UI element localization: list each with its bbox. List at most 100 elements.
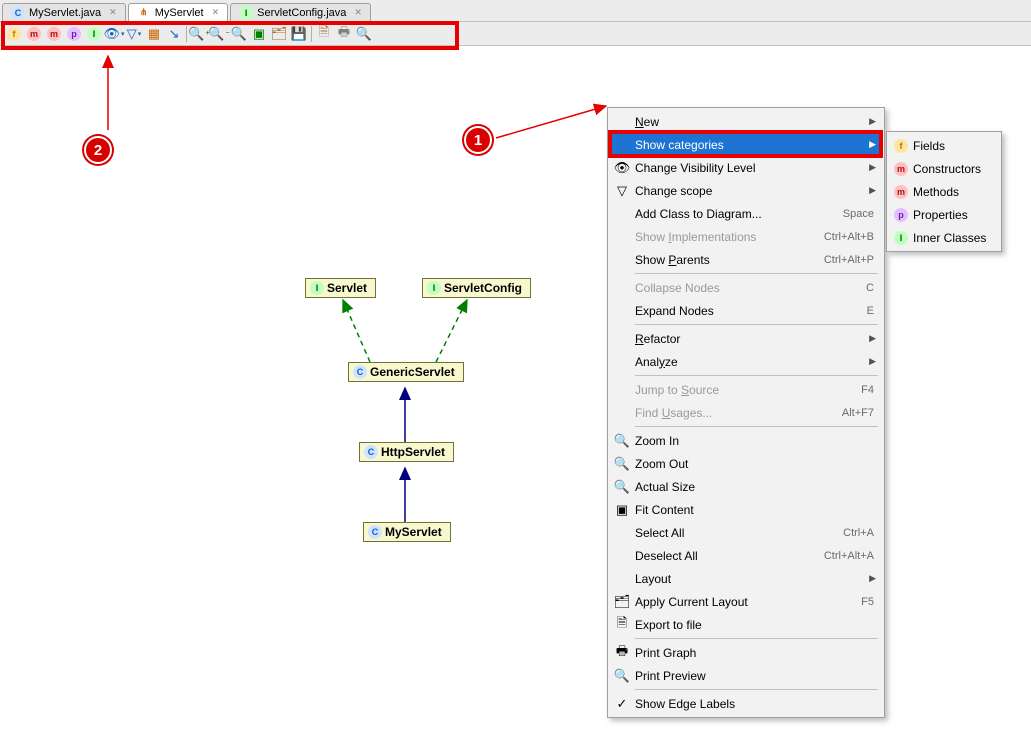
menu-item-label: Zoom In [635,434,874,448]
zoom-out-icon[interactable]: 🔍− [209,24,229,44]
menu-item[interactable]: ▽Change scope▶ [610,179,882,202]
editor-tab[interactable]: CMyServlet.java✕ [2,3,126,21]
properties-icon[interactable]: p [64,24,84,44]
menu-item-label: Deselect All [635,549,824,563]
fields-icon[interactable]: f [4,24,24,44]
annotation-marker-2: 2 [84,136,112,164]
menu-item[interactable]: Add Class to Diagram...Space [610,202,882,225]
submenu-item-label: Fields [913,139,945,153]
tab-label: ServletConfig.java [257,7,346,19]
menu-item-icon: ▽ [613,183,631,199]
menu-item-label: Find Usages... [635,406,842,420]
menu-item[interactable]: Show ParentsCtrl+Alt+P [610,248,882,271]
menu-item[interactable]: ✓Show Edge Labels [610,692,882,715]
menu-item-icon: 🔍 [613,479,631,495]
tab-label: MyServlet.java [29,7,101,19]
menu-item[interactable]: 🔍Print Preview [610,664,882,687]
menu-item: Find Usages...Alt+F7 [610,401,882,424]
menu-item-label: Analyze [635,355,874,369]
menu-item-label: New [635,115,874,129]
menu-item-icon: ▣ [613,502,631,518]
menu-item-label: Layout [635,572,874,586]
menu-item[interactable]: 🔍 Zoom Out [610,452,882,475]
menu-item-shortcut: Alt+F7 [842,407,874,419]
menu-item[interactable]: Expand NodesE [610,299,882,322]
actual-size-icon[interactable]: 🔍 [229,24,249,44]
print-icon[interactable]: 🖶 [334,24,354,44]
submenu-item[interactable]: pProperties [889,203,999,226]
menu-item: Jump to SourceF4 [610,378,882,401]
menu-item[interactable]: 🗂Apply Current LayoutF5 [610,590,882,613]
menu-item-label: Export to file [635,618,874,632]
apply-layout-icon[interactable]: 🗂 [269,24,289,44]
uml-class-httpservlet[interactable]: C HttpServlet [359,442,454,462]
uml-class-servletconfig[interactable]: I ServletConfig [422,278,531,298]
menu-item[interactable]: 👁Change Visibility Level▶ [610,156,882,179]
menu-item[interactable]: Deselect AllCtrl+Alt+A [610,544,882,567]
annotation-marker-1: 1 [464,126,492,154]
submenu-arrow-icon: ▶ [869,333,876,344]
zoom-in-icon[interactable]: 🔍+ [189,24,209,44]
visibility-icon[interactable]: 👁▾ [104,24,124,44]
menu-item-shortcut: Ctrl+A [843,527,874,539]
menu-item[interactable]: 🖶Print Graph [610,641,882,664]
submenu-item-icon: m [892,162,910,176]
uml-class-label: GenericServlet [370,365,455,379]
submenu-item[interactable]: mConstructors [889,157,999,180]
submenu-arrow-icon: ▶ [869,116,876,127]
uml-class-genericservlet[interactable]: C GenericServlet [348,362,464,382]
close-icon[interactable]: ✕ [212,7,220,18]
menu-item[interactable]: 🔍Zoom In [610,429,882,452]
menu-item[interactable]: Refactor▶ [610,327,882,350]
constructors-icon[interactable]: m [24,24,44,44]
menu-item[interactable]: 🔍Actual Size [610,475,882,498]
close-icon[interactable]: ✕ [109,7,117,18]
editor-tab[interactable]: ⋔MyServlet✕ [128,3,228,21]
submenu-item-label: Constructors [913,162,981,176]
menu-item-shortcut: E [867,305,874,317]
menu-item-icon: 🗎 [613,614,631,636]
interface-icon: I [310,281,324,295]
uml-class-label: HttpServlet [381,445,445,459]
editor-tab[interactable]: IServletConfig.java✕ [230,3,371,21]
menu-item-label: Apply Current Layout [635,595,861,609]
uml-class-servlet[interactable]: I Servlet [305,278,376,298]
scope-icon[interactable]: ▽▾ [124,24,144,44]
class-icon: C [364,445,378,459]
methods-icon[interactable]: m [44,24,64,44]
menu-item-label: Fit Content [635,503,874,517]
menu-separator [635,324,878,325]
submenu-item[interactable]: IInner Classes [889,226,999,249]
show-categories-submenu: fFieldsmConstructorsmMethodspPropertiesI… [886,131,1002,252]
uml-class-myservlet[interactable]: C MyServlet [363,522,451,542]
menu-item[interactable]: Layout▶ [610,567,882,590]
save-icon[interactable]: 💾 [289,24,309,44]
submenu-item[interactable]: mMethods [889,180,999,203]
menu-item[interactable]: Select AllCtrl+A [610,521,882,544]
menu-item[interactable]: Analyze▶ [610,350,882,373]
menu-item-label: Collapse Nodes [635,281,866,295]
menu-item-icon: 🔍 [613,456,631,472]
fit-content-icon[interactable]: ▣ [249,24,269,44]
print-preview-icon[interactable]: 🔍 [354,24,374,44]
menu-item-icon: 🖶 [613,642,631,664]
dependencies-icon[interactable]: ▦ [144,24,164,44]
submenu-item-icon: f [892,139,910,153]
menu-item[interactable]: New▶ [610,110,882,133]
export-icon[interactable]: 🗎 [314,24,334,44]
menu-item-label: Show categories [635,138,874,152]
menu-item[interactable]: Show categories▶ [610,133,882,156]
submenu-item-icon: m [892,185,910,199]
menu-item-label: Zoom Out [635,457,874,471]
edge-labels-icon[interactable]: ↘ [164,24,184,44]
menu-item-shortcut: Ctrl+Alt+P [824,254,874,266]
menu-item[interactable]: ▣ Fit Content [610,498,882,521]
submenu-item[interactable]: fFields [889,134,999,157]
inner-classes-icon[interactable]: I [84,24,104,44]
menu-item-shortcut: C [866,282,874,294]
interface-icon: I [427,281,441,295]
close-icon[interactable]: ✕ [354,7,362,18]
menu-item[interactable]: 🗎 Export to file [610,613,882,636]
menu-item-label: Change Visibility Level [635,161,874,175]
menu-item-label: Show Edge Labels [635,697,874,711]
